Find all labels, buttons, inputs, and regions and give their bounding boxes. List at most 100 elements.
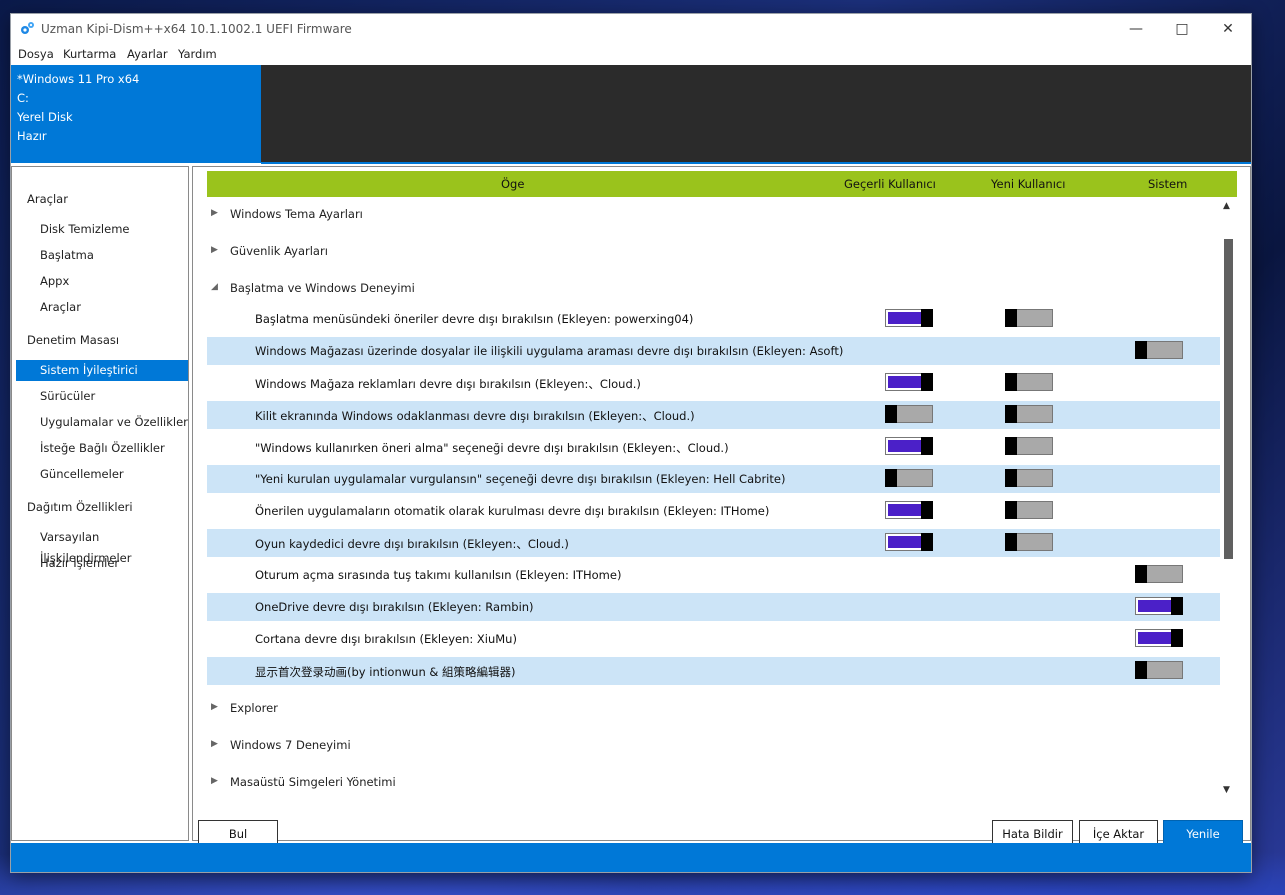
new-user-toggle[interactable] (1005, 469, 1053, 487)
table-row: Windows Mağaza reklamları devre dışı bır… (207, 369, 1220, 397)
menu-help[interactable]: Yardım (178, 47, 217, 61)
sidebar-section-deployment: Dağıtım Özellikleri (27, 500, 133, 514)
current-user-toggle[interactable] (885, 533, 933, 551)
drive-letter: C: (17, 91, 29, 105)
sidebar-item-default-associations[interactable]: Varsayılan İlişkilendirmeler (16, 527, 188, 565)
group-security-settings[interactable]: ▶ Güvenlik Ayarları (207, 236, 1217, 266)
setting-label: Cortana devre dışı bırakılsın (Ekleyen: … (255, 632, 517, 646)
new-user-toggle[interactable] (1005, 405, 1053, 423)
sidebar-item-startup[interactable]: Başlatma (16, 245, 188, 266)
optimizer-panel: Öge Geçerli Kullanıcı Yeni Kullanıcı Sis… (192, 166, 1251, 848)
sidebar-section-tools: Araçlar (27, 192, 68, 206)
group-startup-windows-experience[interactable]: ◢ Başlatma ve Windows Deneyimi (207, 273, 1217, 303)
new-user-toggle[interactable] (1005, 501, 1053, 519)
table-row: Windows Mağazası üzerinde dosyalar ile i… (207, 337, 1220, 365)
title-bar: Uzman Kipi-Dism++x64 10.1.1002.1 UEFI Fi… (11, 14, 1251, 44)
group-explorer[interactable]: ▶ Explorer (207, 693, 1217, 723)
system-user-toggle[interactable] (1135, 565, 1183, 583)
new-user-toggle[interactable] (1005, 373, 1053, 391)
sidebar: Araçlar Disk Temizleme Başlatma Appx Ara… (11, 166, 189, 841)
table-row: Başlatma menüsündeki öneriler devre dışı… (207, 305, 1220, 333)
header-new-user[interactable]: Yeni Kullanıcı (991, 177, 1065, 191)
table-row: Önerilen uygulamaların otomatik olarak k… (207, 497, 1220, 525)
sidebar-item-drivers[interactable]: Sürücüler (16, 386, 188, 407)
maximize-icon: □ (1175, 21, 1189, 37)
setting-label: Windows Mağaza reklamları devre dışı bır… (255, 377, 641, 391)
new-user-toggle[interactable] (1005, 309, 1053, 327)
current-user-toggle[interactable] (885, 405, 933, 423)
group-windows7-experience[interactable]: ▶ Windows 7 Deneyimi (207, 730, 1217, 760)
close-icon: ✕ (1222, 21, 1234, 37)
system-user-toggle[interactable] (1135, 629, 1183, 647)
table-row: Oturum açma sırasında tuş takımı kullanı… (207, 561, 1220, 589)
expand-arrow-icon: ▶ (211, 739, 218, 749)
status-bar (11, 843, 1251, 872)
header-system[interactable]: Sistem (1148, 177, 1187, 191)
expand-arrow-icon: ▶ (211, 245, 218, 255)
table-row: OneDrive devre dışı bırakılsın (Ekleyen:… (207, 593, 1220, 621)
group-theme-settings[interactable]: ▶ Windows Tema Ayarları (207, 199, 1217, 229)
setting-label: OneDrive devre dışı bırakılsın (Ekleyen:… (255, 600, 534, 614)
scroll-up-icon[interactable]: ▲ (1223, 201, 1230, 211)
os-name: *Windows 11 Pro x64 (17, 72, 140, 86)
table-row: Kilit ekranında Windows odaklanması devr… (207, 401, 1220, 429)
system-user-toggle[interactable] (1135, 661, 1183, 679)
setting-label: Oturum açma sırasında tuş takımı kullanı… (255, 568, 622, 582)
sidebar-item-optional-features[interactable]: İsteğe Bağlı Özellikler (16, 438, 188, 459)
system-user-toggle[interactable] (1135, 341, 1183, 359)
sidebar-item-apps-features[interactable]: Uygulamalar ve Özellikler (16, 412, 188, 433)
menu-recovery[interactable]: Kurtarma (63, 47, 116, 61)
menu-file[interactable]: Dosya (18, 47, 54, 61)
sidebar-item-appx[interactable]: Appx (16, 271, 188, 292)
sidebar-section-control-panel: Denetim Masası (27, 333, 120, 347)
scroll-down-icon[interactable]: ▼ (1223, 785, 1230, 795)
group-label: Windows Tema Ayarları (230, 207, 363, 221)
group-desktop-icons[interactable]: ▶ Masaüstü Simgeleri Yönetimi (207, 767, 1217, 797)
table-row: Oyun kaydedici devre dışı bırakılsın (Ek… (207, 529, 1220, 557)
scroll-thumb[interactable] (1224, 239, 1233, 559)
maximize-button[interactable]: □ (1159, 14, 1205, 44)
current-user-toggle[interactable] (885, 373, 933, 391)
setting-label: Kilit ekranında Windows odaklanması devr… (255, 409, 695, 423)
gears-icon (21, 22, 34, 34)
header-current-user[interactable]: Geçerli Kullanıcı (844, 177, 936, 191)
table-row: "Yeni kurulan uygulamalar vurgulansın" s… (207, 465, 1220, 493)
expand-arrow-icon: ▶ (211, 776, 218, 786)
sidebar-item-updates[interactable]: Güncellemeler (16, 464, 188, 485)
close-button[interactable]: ✕ (1205, 14, 1251, 44)
menu-settings[interactable]: Ayarlar (127, 47, 168, 61)
sidebar-item-system-optimizer[interactable]: Sistem İyileştirici (16, 360, 188, 381)
system-user-toggle[interactable] (1135, 597, 1183, 615)
group-label: Windows 7 Deneyimi (230, 738, 351, 752)
window-title: Uzman Kipi-Dism++x64 10.1.1002.1 UEFI Fi… (41, 22, 352, 36)
current-user-toggle[interactable] (885, 309, 933, 327)
sidebar-item-tools[interactable]: Araçlar (16, 297, 188, 318)
new-user-toggle[interactable] (1005, 437, 1053, 455)
sidebar-item-ready-operations[interactable]: Hazır İşlemler (16, 553, 188, 574)
expand-arrow-icon: ▶ (211, 208, 218, 218)
app-window: Uzman Kipi-Dism++x64 10.1.1002.1 UEFI Fi… (10, 13, 1252, 873)
group-label: Güvenlik Ayarları (230, 244, 328, 258)
session-status: Hazır (17, 129, 47, 143)
group-label: Masaüstü Simgeleri Yönetimi (230, 775, 396, 789)
menu-bar: Dosya Kurtarma Ayarlar Yardım (11, 44, 1251, 64)
current-user-toggle[interactable] (885, 469, 933, 487)
vertical-scrollbar[interactable]: ▲ ▼ (1221, 199, 1235, 799)
minimize-icon: — (1129, 21, 1143, 37)
expand-arrow-icon: ▶ (211, 702, 218, 712)
table-header: Öge Geçerli Kullanıcı Yeni Kullanıcı Sis… (207, 171, 1237, 197)
setting-label: "Windows kullanırken öneri alma" seçeneğ… (255, 441, 729, 455)
setting-label: 显示首次登录动画(by intionwun & 組策略編辑器) (255, 665, 516, 679)
header-item[interactable]: Öge (501, 177, 524, 191)
sidebar-item-disk-cleanup[interactable]: Disk Temizleme (16, 219, 188, 240)
table-row: 显示首次登录动画(by intionwun & 組策略編辑器) (207, 657, 1220, 685)
new-user-toggle[interactable] (1005, 533, 1053, 551)
group-label: Explorer (230, 701, 278, 715)
setting-label: Windows Mağazası üzerinde dosyalar ile i… (255, 344, 844, 358)
drive-label: Yerel Disk (17, 110, 73, 124)
current-user-toggle[interactable] (885, 501, 933, 519)
session-info-panel[interactable]: *Windows 11 Pro x64 C: Yerel Disk Hazır (11, 65, 261, 163)
minimize-button[interactable]: — (1113, 14, 1159, 44)
collapse-arrow-icon: ◢ (211, 282, 218, 292)
current-user-toggle[interactable] (885, 437, 933, 455)
